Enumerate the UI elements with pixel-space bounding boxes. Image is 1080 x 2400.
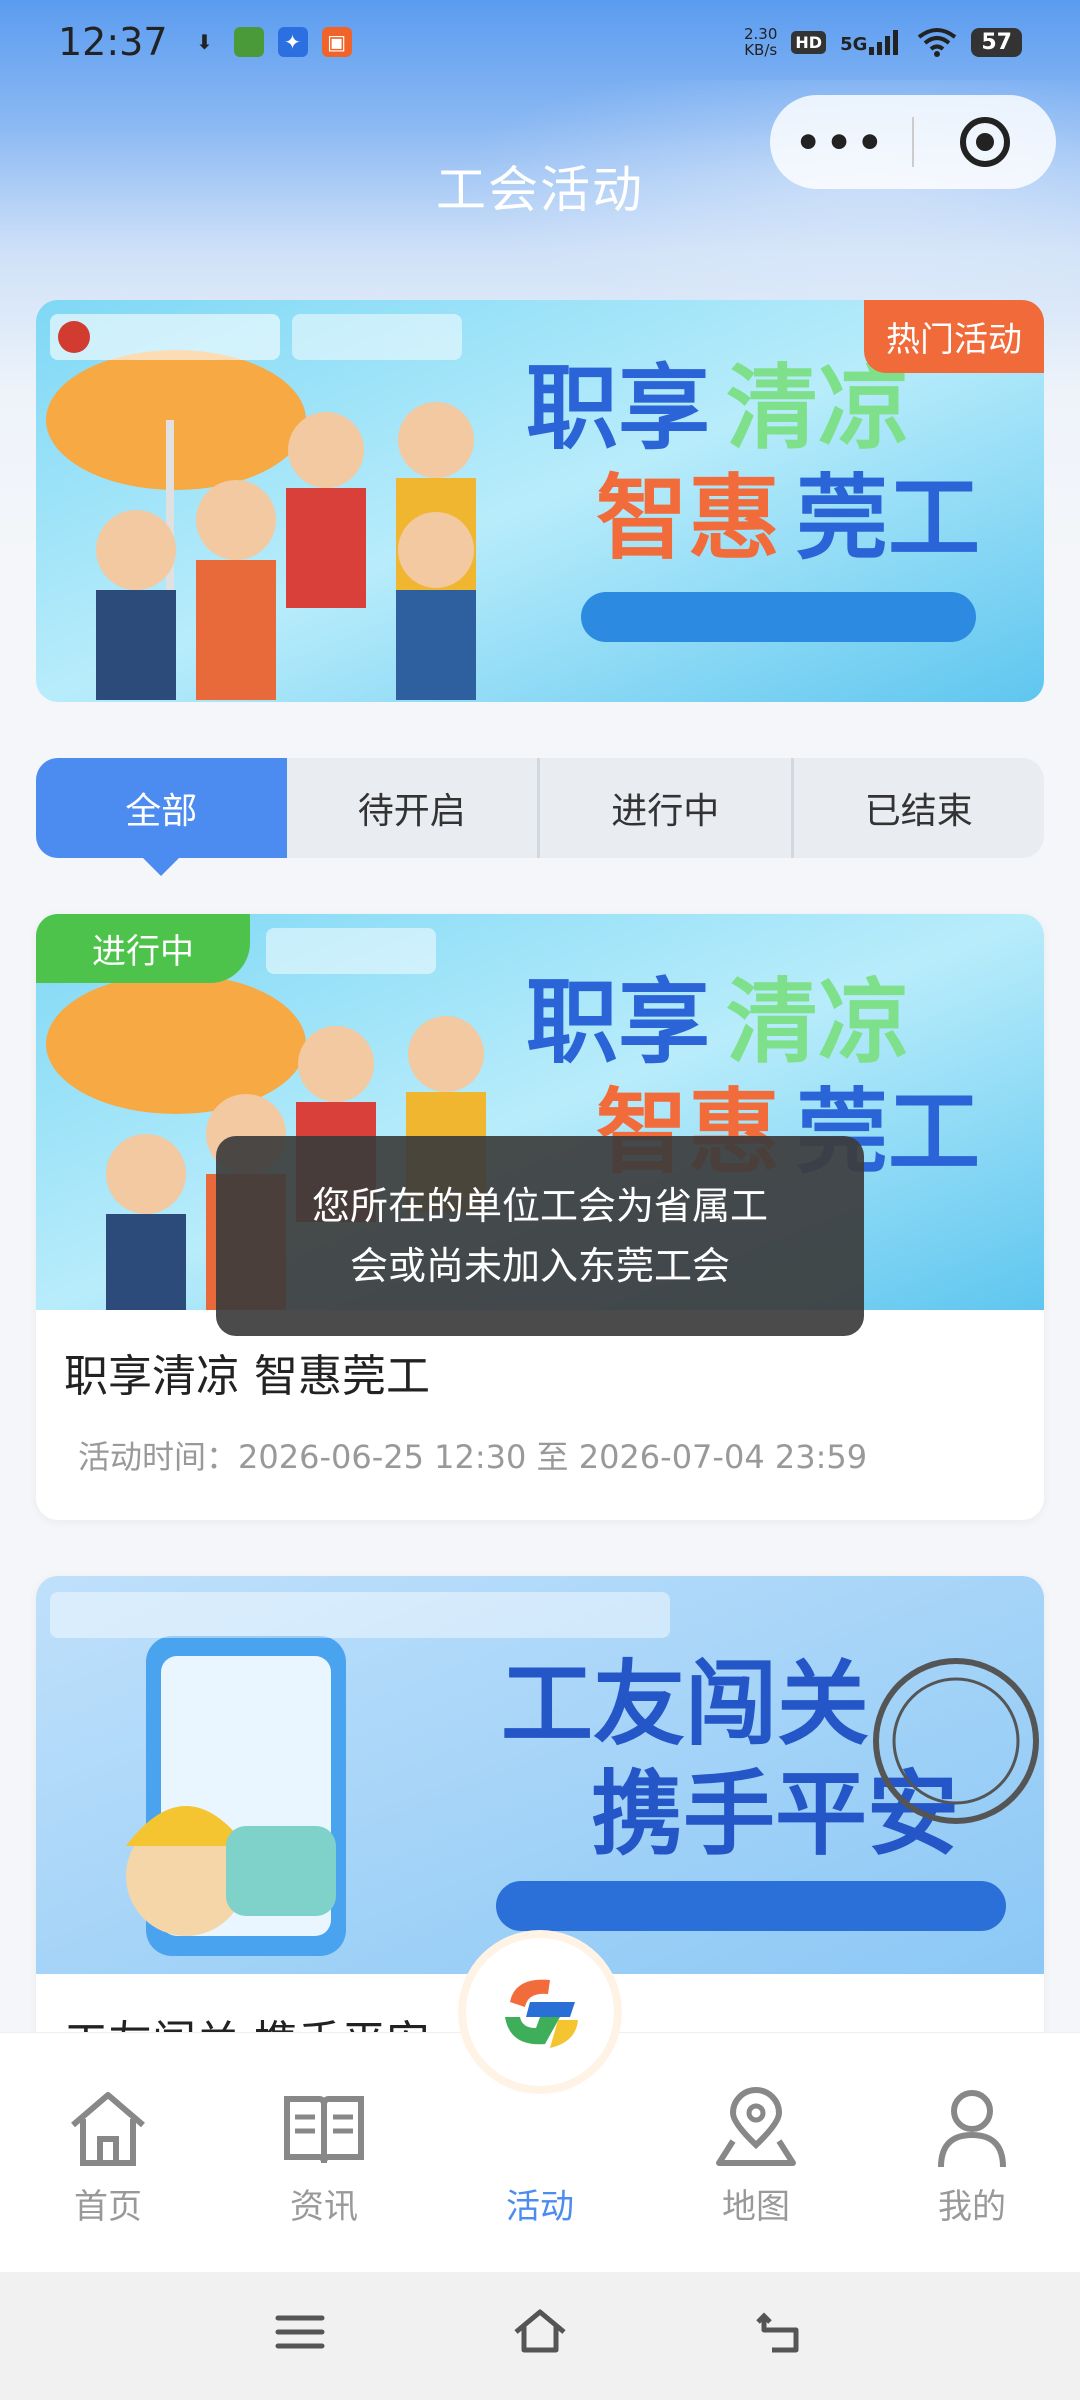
battery-icon: 57 [971,27,1022,57]
tab-upcoming[interactable]: 待开启 [287,758,540,858]
app-notification-icon: ✦ [277,27,308,57]
miniprogram-capsule: ••• [770,95,1056,189]
tab-ended[interactable]: 已结束 [794,758,1045,858]
svg-text:职享: 职享 [526,969,710,1076]
hot-activity-tag: 热门活动 [864,300,1044,373]
menu-icon[interactable] [270,2302,330,2362]
hot-activity-banner[interactable]: 职享 清凉 智惠 莞工 热门活动 [36,300,1044,702]
network-speed: 2.30 KB/s [743,25,778,59]
active-tab-pointer [143,858,180,876]
svg-text:工友闯关: 工友闯关 [501,1651,869,1758]
svg-text:莞工: 莞工 [796,465,980,572]
status-badge: 进行中 [36,914,250,983]
home-nav-icon[interactable] [510,2302,570,2362]
more-options-button[interactable]: ••• [770,118,912,167]
activity-title: 职享清凉 智惠莞工 [64,1351,430,1402]
system-navigation-bar [0,2272,1080,2400]
nav-news[interactable]: 资讯 [216,2033,432,2273]
app-notification-icon [233,27,264,57]
svg-text:清凉: 清凉 [726,969,910,1076]
download-icon: ⬇ [196,30,213,54]
app-notification-icon: ▣ [321,27,352,57]
svg-text:智惠: 智惠 [596,465,780,572]
activity-image: 工友闯关 携手平安 [36,1576,1044,1974]
user-icon [938,2090,1006,2168]
app-logo-icon [505,1979,578,2048]
status-time: 12:37 [58,20,168,64]
tab-all[interactable]: 全部 [36,758,287,876]
map-pin-icon [716,2087,796,2166]
nav-home[interactable]: 首页 [0,2033,216,2273]
book-icon [284,2096,364,2164]
signal-icon: 5G [840,29,903,55]
tab-ongoing[interactable]: 进行中 [540,758,794,858]
home-icon [71,2092,145,2166]
status-bar: 12:37 ⬇ ✦ ▣ 2.30 KB/s HD 5G 57 [0,0,1080,84]
target-icon [960,117,1010,167]
nav-map[interactable]: 地图 [648,2033,864,2273]
wifi-icon [918,28,957,57]
nav-profile[interactable]: 我的 [864,2033,1080,2273]
back-icon[interactable] [750,2302,810,2362]
filter-tabs: 全部 待开启 进行中 已结束 [36,758,1045,876]
activity-center-button[interactable] [466,1938,614,2086]
toast-message: 您所在的单位工会为省属工 会或尚未加入东莞工会 [216,1136,864,1336]
hd-icon: HD [791,30,827,54]
svg-text:职享: 职享 [526,355,710,462]
activity-time: 活动时间：2026-06-25 12:30 至 2026-07-04 23:59 [78,1438,868,1476]
close-miniprogram-button[interactable] [914,117,1056,167]
